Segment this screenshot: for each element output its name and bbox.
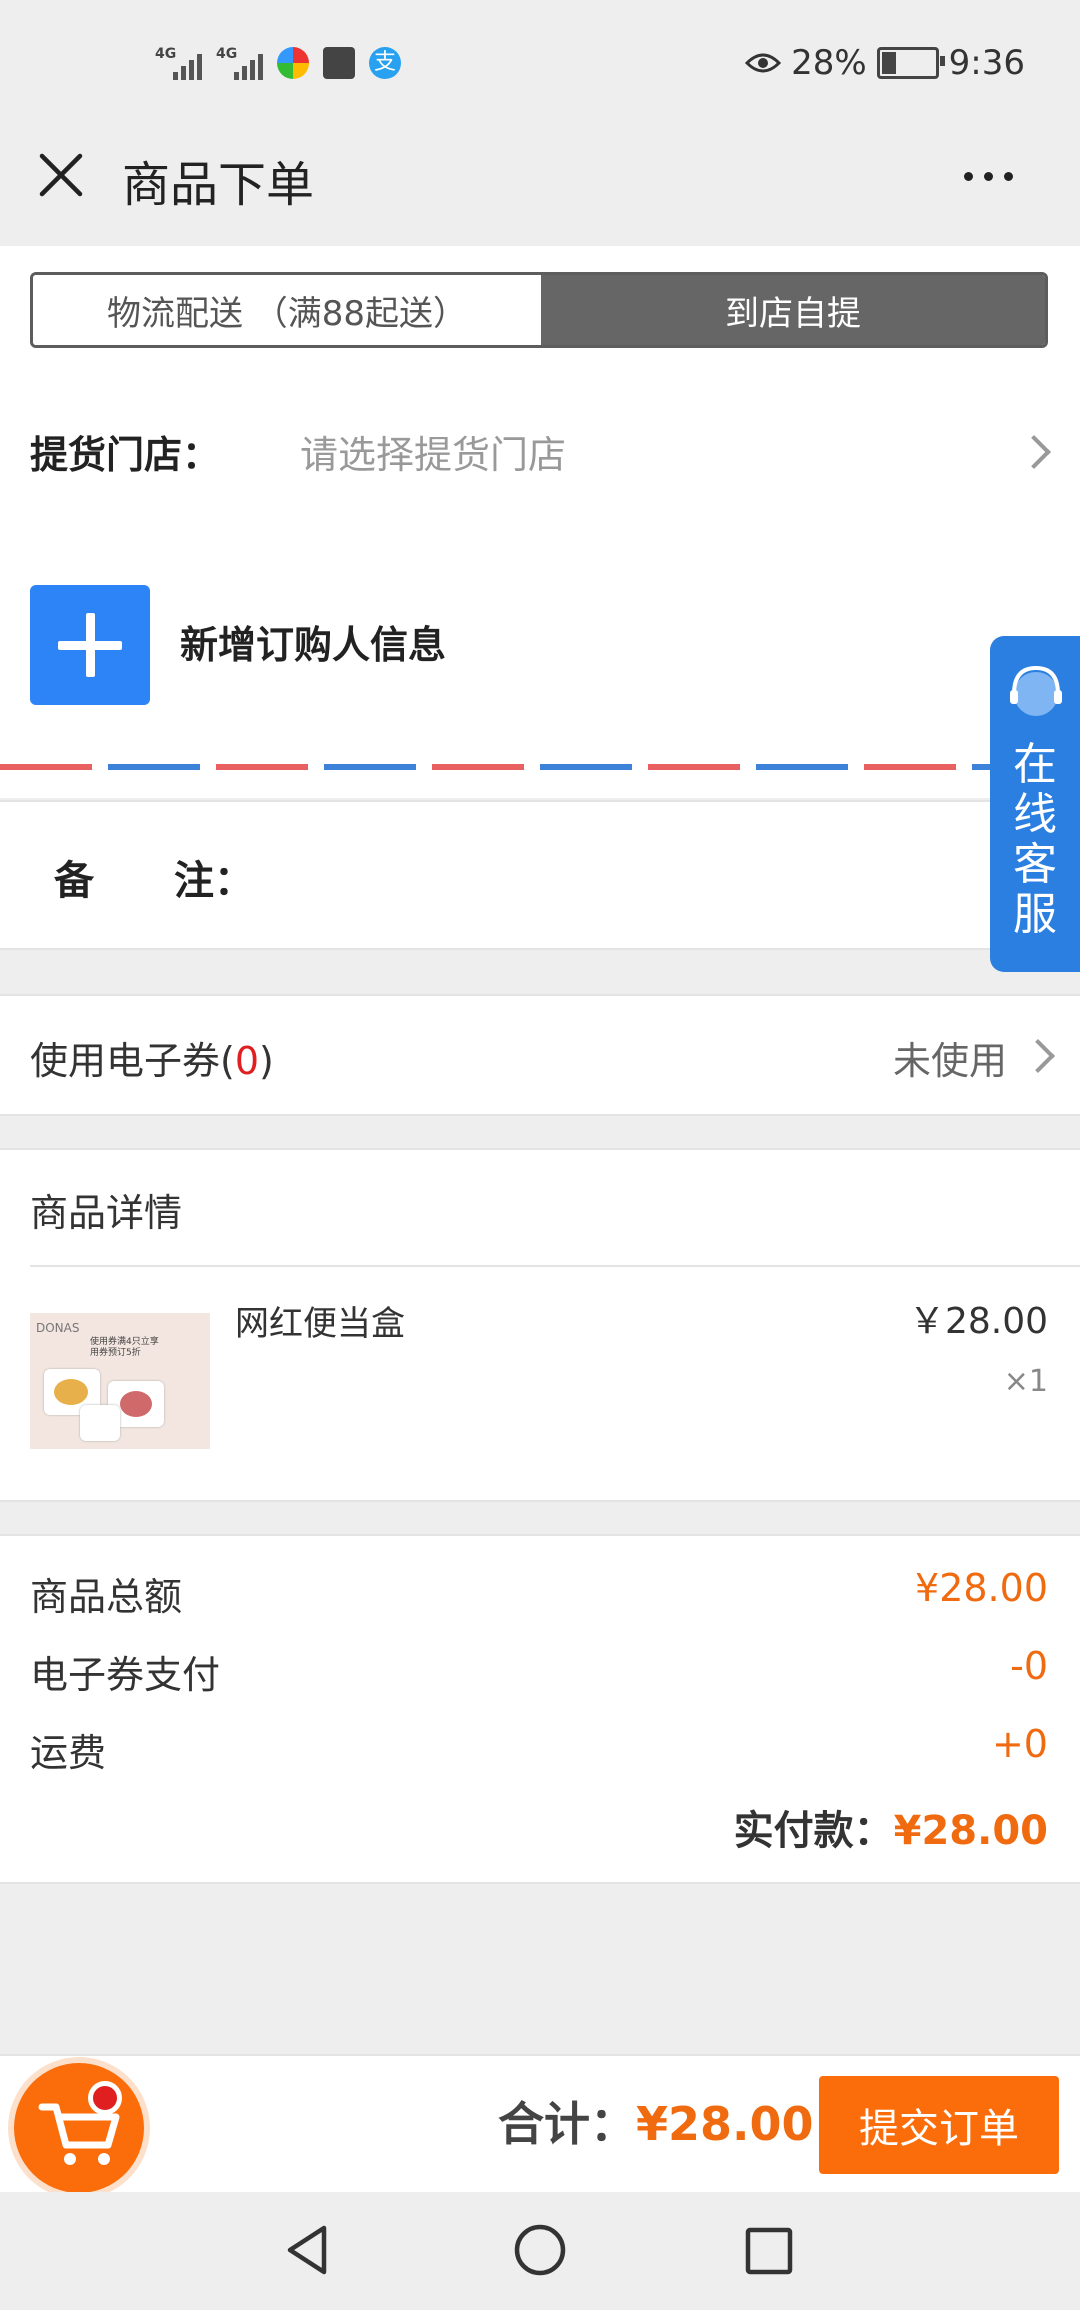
network-type: 4G xyxy=(155,46,177,62)
recents-icon[interactable] xyxy=(744,2226,794,2276)
page-title: 商品下单 xyxy=(122,157,315,213)
divider xyxy=(0,1114,1080,1116)
divider xyxy=(30,1265,1080,1267)
headset-icon xyxy=(1010,665,1062,716)
total: 合计：¥28.00 xyxy=(498,2088,814,2154)
product-qty: ×1 xyxy=(1003,1364,1048,1399)
divider xyxy=(0,800,1080,802)
submit-order-button[interactable]: 提交订单 xyxy=(819,2076,1059,2174)
coupon-status[interactable]: 未使用 xyxy=(893,1030,1007,1085)
airmail-border xyxy=(0,764,1000,770)
eye-icon xyxy=(745,53,782,73)
product-section-title: 商品详情 xyxy=(30,1191,183,1235)
actual-payment: 实付款：¥28.00 xyxy=(734,1798,1048,1856)
summary-row-label: 商品总额 xyxy=(30,1575,183,1619)
divider xyxy=(0,1500,1080,1502)
online-service-label[interactable]: 在线客服 xyxy=(1000,740,1070,940)
product-image-brand: DONAS xyxy=(36,1321,80,1335)
divider xyxy=(0,1882,1080,1884)
status-left: 4G 4G 支 xyxy=(155,38,401,88)
clock: 9:36 xyxy=(948,43,1025,83)
actual-payment-label: 实付款： xyxy=(733,1808,894,1854)
remark-label: 备 注： xyxy=(54,858,254,904)
cart-button[interactable] xyxy=(14,2063,144,2193)
network-type-2: 4G xyxy=(216,46,238,62)
home-icon[interactable] xyxy=(512,2222,568,2278)
add-buyer-button[interactable] xyxy=(30,585,150,705)
delivery-tabs: 物流配送 （满88起送） 到店自提 xyxy=(30,272,1048,348)
product-image-promo: 使用券满4只立享 用券预订5折 xyxy=(90,1337,159,1358)
alipay-icon: 支 xyxy=(369,47,401,79)
tab-logistics[interactable]: 物流配送 （满88起送） xyxy=(33,275,541,345)
product-price: ￥28.00 xyxy=(908,1301,1048,1342)
signal-icon: 4G xyxy=(155,46,202,80)
huawei-icon xyxy=(323,47,355,79)
store-select[interactable]: 请选择提货门店 xyxy=(300,424,566,479)
total-value: ¥28.00 xyxy=(636,2097,814,2151)
summary-row-value: ¥28.00 xyxy=(915,1566,1048,1610)
summary-row-value: -0 xyxy=(1010,1644,1048,1688)
tab-self-pickup[interactable]: 到店自提 xyxy=(541,275,1045,345)
total-label: 合计： xyxy=(498,2097,636,2151)
coupon-label[interactable]: 使用电子券(0) xyxy=(30,1030,274,1085)
remark-input[interactable] xyxy=(300,830,980,920)
back-icon[interactable] xyxy=(282,2222,332,2278)
more-options-icon[interactable] xyxy=(964,163,1024,189)
summary-row-label: 电子券支付 xyxy=(30,1653,221,1697)
actual-payment-value: ¥28.00 xyxy=(893,1808,1048,1854)
divider xyxy=(0,948,1080,950)
summary-row-label: 运费 xyxy=(30,1731,107,1775)
cart-badge xyxy=(88,2081,122,2115)
battery-percent: 28% xyxy=(791,43,867,83)
coupon-count: 0 xyxy=(234,1039,260,1083)
cart-icon xyxy=(38,2103,120,2165)
product-image[interactable]: DONAS 使用券满4只立享 用券预订5折 xyxy=(30,1313,210,1449)
close-icon[interactable] xyxy=(36,150,86,200)
store-label: 提货门店： xyxy=(30,433,221,477)
add-buyer-label[interactable]: 新增订购人信息 xyxy=(180,614,446,669)
battery-icon xyxy=(876,47,945,79)
app-notification-icon xyxy=(277,47,309,79)
summary-row-value: +0 xyxy=(991,1722,1048,1766)
coupon-label-suffix: ) xyxy=(259,1039,274,1083)
signal-icon-2: 4G xyxy=(216,46,263,80)
product-name[interactable]: 网红便当盒 xyxy=(235,1296,405,1345)
coupon-label-text: 使用电子券( xyxy=(30,1039,235,1083)
status-right: 28% 9:36 xyxy=(745,40,1025,86)
